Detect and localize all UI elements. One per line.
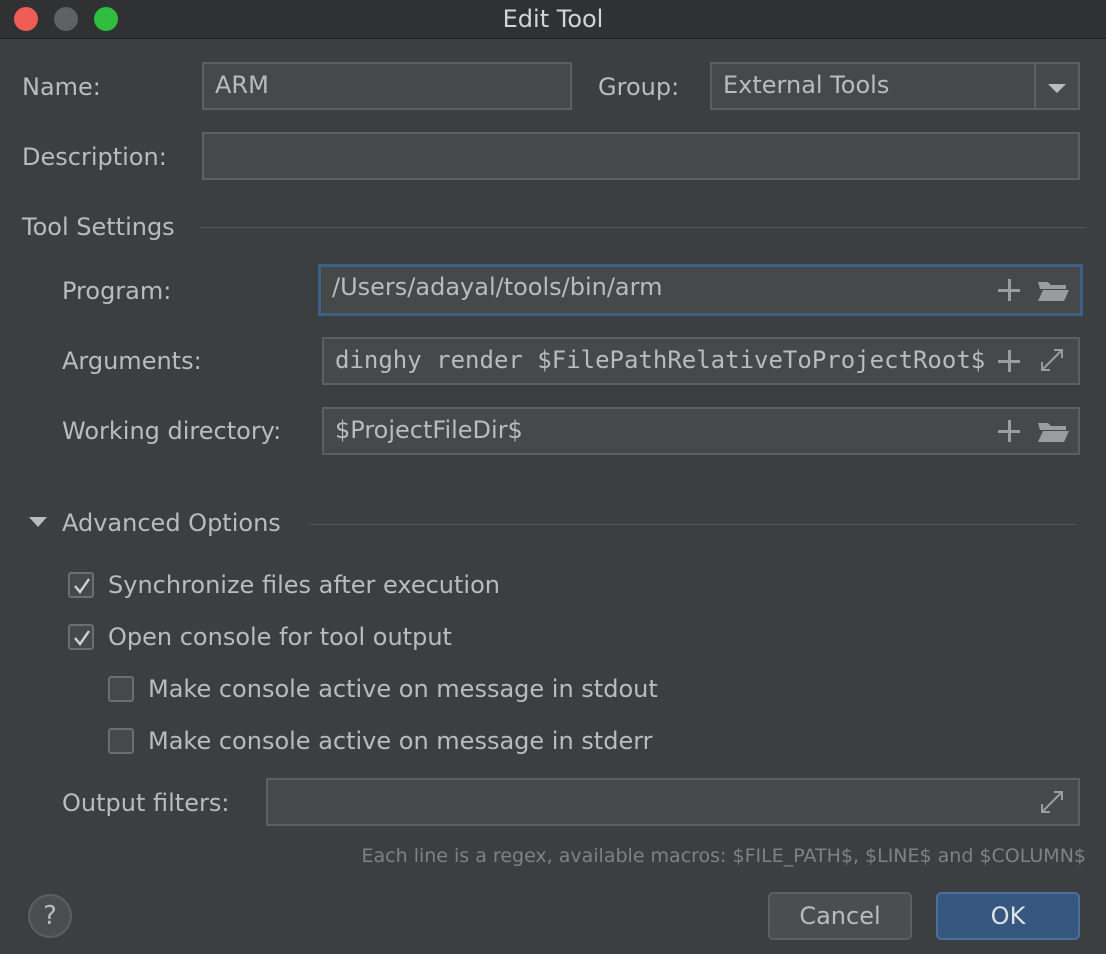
group-dropdown-button[interactable] xyxy=(1036,64,1078,108)
output-filters-label: Output filters: xyxy=(62,789,230,817)
stdout-active-checkbox[interactable] xyxy=(108,676,134,702)
group-label: Group: xyxy=(598,73,680,101)
group-select[interactable]: External Tools xyxy=(710,62,1080,110)
arguments-input-value: dinghy render $FilePathRelativeToProject… xyxy=(335,346,986,374)
checkmark-icon xyxy=(74,630,90,646)
program-add-macro-button[interactable] xyxy=(996,277,1022,307)
program-browse-button[interactable] xyxy=(1036,276,1070,308)
arguments-expand-button[interactable] xyxy=(1038,346,1066,378)
output-filters-expand-button[interactable] xyxy=(1038,788,1066,820)
working-directory-input[interactable]: $ProjectFileDir$ xyxy=(322,407,1080,455)
sync-files-label[interactable]: Synchronize files after execution xyxy=(108,571,500,599)
description-label: Description: xyxy=(22,143,167,171)
advanced-options-heading[interactable]: Advanced Options xyxy=(62,509,281,537)
triangle-down-icon xyxy=(29,517,47,527)
plus-icon xyxy=(998,350,1020,372)
expand-icon xyxy=(1041,349,1063,371)
stderr-active-checkbox[interactable] xyxy=(108,728,134,754)
arguments-add-macro-button[interactable] xyxy=(996,348,1022,378)
working-directory-add-macro-button[interactable] xyxy=(996,418,1022,448)
arguments-input[interactable]: dinghy render $FilePathRelativeToProject… xyxy=(322,337,1080,385)
ok-button[interactable]: OK xyxy=(936,892,1080,940)
arguments-label: Arguments: xyxy=(62,347,202,375)
name-input-value: ARM xyxy=(215,71,269,99)
tool-settings-heading: Tool Settings xyxy=(22,213,175,241)
working-directory-label: Working directory: xyxy=(62,417,282,445)
folder-icon xyxy=(1038,282,1069,301)
plus-icon xyxy=(998,420,1020,442)
group-select-value: External Tools xyxy=(723,71,890,99)
program-input-value: /Users/adayal/tools/bin/arm xyxy=(332,273,663,301)
sync-files-checkbox[interactable] xyxy=(68,572,94,598)
description-input[interactable] xyxy=(202,132,1080,180)
plus-icon xyxy=(998,279,1020,301)
open-console-checkbox[interactable] xyxy=(68,624,94,650)
help-button[interactable]: ? xyxy=(28,894,72,938)
name-label: Name: xyxy=(22,73,101,101)
advanced-options-toggle[interactable] xyxy=(28,514,48,534)
program-input[interactable]: /Users/adayal/tools/bin/arm xyxy=(318,264,1083,316)
working-directory-input-value: $ProjectFileDir$ xyxy=(335,416,523,444)
checkmark-icon xyxy=(74,578,90,594)
output-filters-hint: Each line is a regex, available macros: … xyxy=(361,845,1086,867)
cancel-button[interactable]: Cancel xyxy=(768,892,912,940)
window-title: Edit Tool xyxy=(502,5,604,33)
working-directory-browse-button[interactable] xyxy=(1036,417,1070,449)
name-input[interactable]: ARM xyxy=(202,62,572,110)
expand-icon xyxy=(1041,791,1063,813)
output-filters-input[interactable] xyxy=(266,778,1080,826)
folder-icon xyxy=(1038,423,1069,442)
open-console-label[interactable]: Open console for tool output xyxy=(108,623,452,651)
stdout-active-label[interactable]: Make console active on message in stdout xyxy=(148,675,658,703)
advanced-options-separator xyxy=(310,524,1076,525)
stderr-active-label[interactable]: Make console active on message in stderr xyxy=(148,727,653,755)
tool-settings-separator xyxy=(200,227,1086,228)
chevron-down-icon xyxy=(1048,84,1066,93)
program-label: Program: xyxy=(62,277,172,305)
